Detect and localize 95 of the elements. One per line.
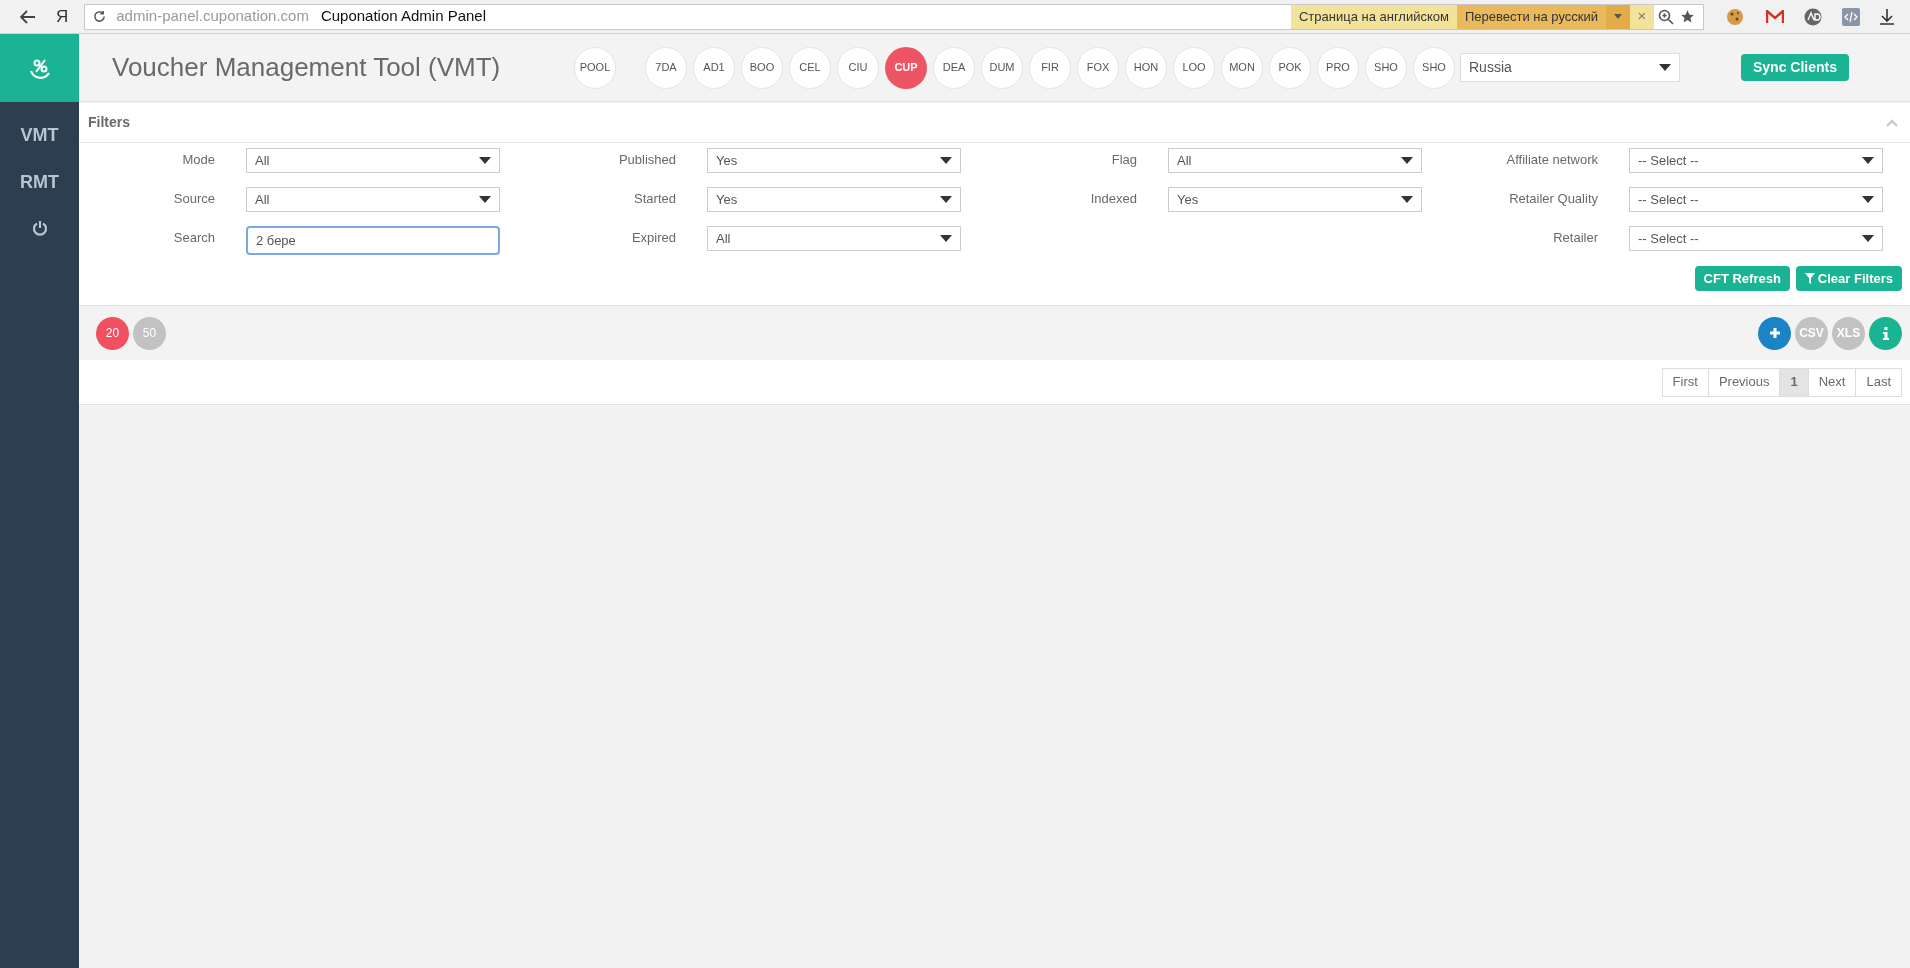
- client-button[interactable]: FIR: [1029, 46, 1071, 89]
- select-value: Yes: [716, 190, 738, 209]
- filter-label: Source: [172, 190, 215, 208]
- country-select[interactable]: Russia: [1460, 53, 1680, 82]
- pagination-button[interactable]: First: [1661, 367, 1709, 397]
- pagination-button[interactable]: Last: [1855, 367, 1902, 397]
- browser-logo[interactable]: Я: [56, 3, 69, 30]
- client-button[interactable]: AD1: [693, 46, 735, 89]
- filter-label: Indexed: [1089, 190, 1137, 208]
- client-button[interactable]: MON: [1221, 46, 1263, 89]
- info-icon: [1882, 326, 1889, 340]
- pagination-button[interactable]: Previous: [1707, 367, 1781, 397]
- caret-icon: [1862, 157, 1874, 164]
- filter-label: Published: [617, 151, 676, 169]
- close-button[interactable]: ×: [1630, 4, 1654, 29]
- select-field[interactable]: Yes: [707, 187, 961, 212]
- page-heading: Voucher Management Tool (VMT): [112, 51, 502, 84]
- power-icon[interactable]: [31, 220, 48, 236]
- translate-menu-button[interactable]: [1606, 4, 1630, 29]
- client-button[interactable]: SHO: [1413, 46, 1455, 89]
- select-field[interactable]: Yes: [707, 148, 961, 173]
- select-value: All: [716, 229, 731, 248]
- client-button[interactable]: LOO: [1173, 46, 1215, 89]
- filter-label: Retailer Quality: [1508, 190, 1598, 208]
- select-value: Yes: [1177, 190, 1199, 209]
- filter-icon: [1804, 273, 1815, 284]
- client-button[interactable]: 7DA: [645, 46, 687, 89]
- caret-icon: [940, 196, 952, 203]
- filter-label: Started: [633, 190, 676, 208]
- select-value: Russia: [1469, 58, 1512, 77]
- select-field[interactable]: -- Select --: [1629, 148, 1883, 173]
- pool-button[interactable]: POOL: [574, 46, 616, 89]
- client-button[interactable]: POK: [1269, 46, 1311, 89]
- client-button[interactable]: DEA: [933, 46, 975, 89]
- select-value: All: [255, 190, 270, 209]
- caret-icon: [479, 196, 491, 203]
- caret-icon: [1614, 14, 1622, 19]
- client-button[interactable]: SHO: [1365, 46, 1407, 89]
- page-title: Cuponation Admin Panel: [320, 6, 487, 27]
- plus-icon: [1768, 327, 1781, 339]
- select-value: All: [1177, 151, 1192, 170]
- client-button[interactable]: BOO: [741, 46, 783, 89]
- code-icon[interactable]: [1842, 7, 1860, 26]
- select-value: Yes: [716, 151, 738, 170]
- filter-label: Affiliate network: [1505, 151, 1598, 169]
- ad-icon[interactable]: [1804, 7, 1822, 26]
- caret-icon: [1862, 235, 1874, 242]
- caret-icon: [1659, 64, 1671, 71]
- download-icon[interactable]: [1880, 8, 1894, 25]
- select-field[interactable]: All: [707, 226, 961, 251]
- select-value: -- Select --: [1638, 151, 1699, 170]
- filter-label: Flag: [1110, 151, 1137, 169]
- client-button[interactable]: CIU: [837, 46, 879, 89]
- caret-icon: [1862, 196, 1874, 203]
- star-icon[interactable]: [1680, 9, 1695, 24]
- filters-heading: Filters: [88, 113, 130, 132]
- select-field[interactable]: -- Select --: [1629, 187, 1883, 212]
- select-field[interactable]: -- Select --: [1629, 226, 1883, 251]
- select-value: -- Select --: [1638, 229, 1699, 248]
- reload-icon[interactable]: [93, 10, 107, 23]
- pagination-button[interactable]: 1: [1779, 367, 1809, 397]
- sidebar-link[interactable]: VMT: [20, 122, 59, 149]
- address-bar[interactable]: admin-panel.cuponation.com Cuponation Admin Panel Страница на английском Перевести на русский ×: [84, 3, 1704, 30]
- mail-icon[interactable]: [1766, 9, 1784, 24]
- client-button[interactable]: FOX: [1077, 46, 1119, 89]
- translate-button[interactable]: Перевести на русский: [1456, 4, 1606, 29]
- select-field[interactable]: All: [1168, 148, 1422, 173]
- sidebar-link[interactable]: RMT: [20, 169, 59, 196]
- client-button[interactable]: HON: [1125, 46, 1167, 89]
- client-button[interactable]: DUM: [981, 46, 1023, 89]
- select-value: -- Select --: [1638, 190, 1699, 209]
- filter-label: Mode: [181, 151, 215, 169]
- select-field[interactable]: Yes: [1168, 187, 1422, 212]
- caret-icon: [479, 157, 491, 164]
- select-field[interactable]: All: [246, 148, 500, 173]
- search-field[interactable]: 2 бере: [246, 226, 500, 255]
- add-button[interactable]: [1758, 316, 1791, 350]
- info-button[interactable]: [1869, 316, 1902, 350]
- filter-label: Retailer: [1552, 229, 1598, 247]
- filter-label: Expired: [630, 229, 676, 247]
- zoom-icon[interactable]: [1658, 8, 1674, 25]
- url-text: admin-panel.cuponation.com: [116, 6, 309, 27]
- select-value: All: [255, 151, 270, 170]
- client-button[interactable]: PRO: [1317, 46, 1359, 89]
- back-arrow-icon[interactable]: [20, 9, 36, 24]
- caret-icon: [1401, 157, 1413, 164]
- filter-label: Search: [172, 229, 215, 247]
- cookie-icon[interactable]: [1726, 7, 1744, 26]
- client-button[interactable]: CEL: [789, 46, 831, 89]
- caret-icon: [1401, 196, 1413, 203]
- caret-icon: [940, 235, 952, 242]
- translate-notice: Страница на английском: [1290, 4, 1457, 29]
- select-field[interactable]: All: [246, 187, 500, 212]
- caret-icon: [940, 157, 952, 164]
- pagination-button[interactable]: Next: [1807, 367, 1857, 397]
